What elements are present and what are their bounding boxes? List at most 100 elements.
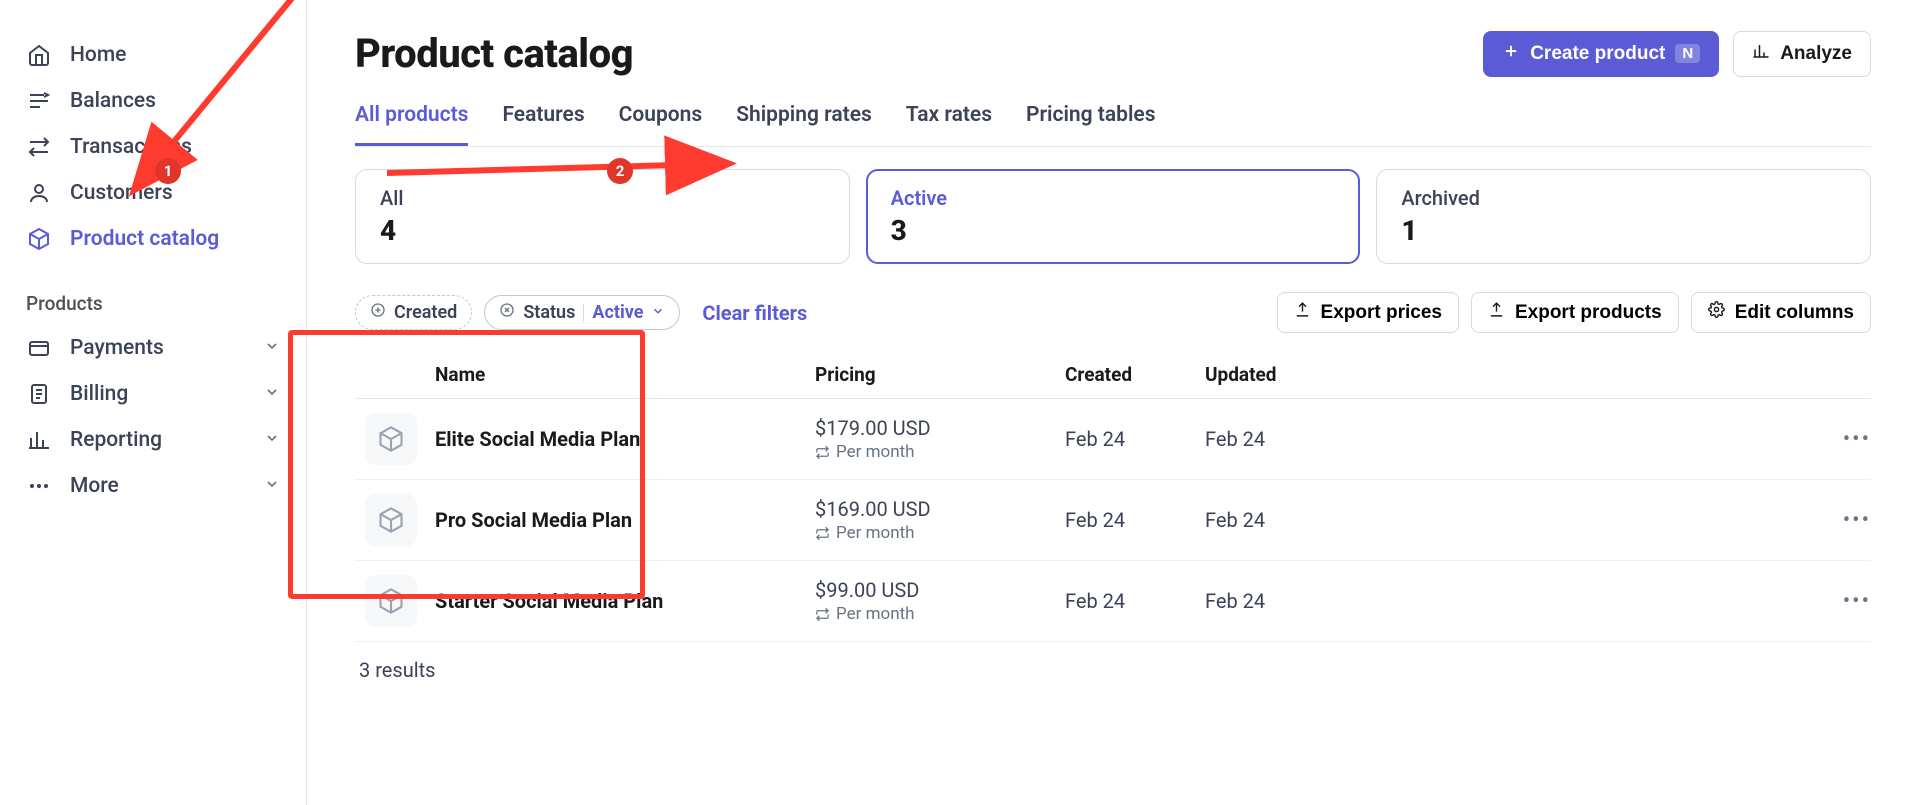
created-date: Feb 24 <box>1065 427 1205 451</box>
stat-label: All <box>380 186 825 210</box>
col-name: Name <box>435 363 815 386</box>
sidebar-item-label: Payments <box>70 336 164 360</box>
stat-cards: All 4 Active 3 Archived 1 <box>355 169 1871 264</box>
more-icon[interactable]: ••• <box>1843 508 1871 533</box>
more-icon[interactable]: ••• <box>1843 589 1871 614</box>
more-icon[interactable]: ••• <box>1843 427 1871 452</box>
col-pricing: Pricing <box>815 363 1065 386</box>
tab-pricing-tables[interactable]: Pricing tables <box>1026 99 1156 146</box>
sidebar-item-label: Transactions <box>70 135 192 159</box>
sidebar-item-reporting[interactable]: Reporting <box>20 417 286 463</box>
price-period: Per month <box>815 523 1065 543</box>
plus-circle-icon <box>370 302 386 323</box>
analyze-button[interactable]: Analyze <box>1733 31 1871 77</box>
tab-tax-rates[interactable]: Tax rates <box>906 99 992 146</box>
sidebar-item-home[interactable]: Home <box>20 32 286 78</box>
filter-chip-created[interactable]: Created <box>355 295 472 330</box>
chevron-down-icon <box>264 428 280 452</box>
table-row[interactable]: Starter Social Media Plan$99.00 USDPer m… <box>355 561 1871 642</box>
sidebar-item-label: Balances <box>70 89 156 113</box>
header-actions: Create product N Analyze <box>1483 31 1871 77</box>
stat-value: 3 <box>891 214 1336 247</box>
export-prices-button[interactable]: Export prices <box>1277 292 1459 333</box>
price-amount: $179.00 USD <box>815 416 1065 440</box>
product-name: Pro Social Media Plan <box>435 508 815 532</box>
product-name: Starter Social Media Plan <box>435 589 815 613</box>
create-product-button[interactable]: Create product N <box>1483 31 1719 77</box>
chevron-down-icon <box>264 474 280 498</box>
sidebar-item-billing[interactable]: Billing <box>20 371 286 417</box>
sidebar-item-product-catalog[interactable]: Product catalog <box>20 216 286 262</box>
product-icon <box>365 575 417 627</box>
chevron-down-icon <box>264 382 280 406</box>
customers-icon <box>26 180 52 206</box>
bar-chart-icon <box>1752 42 1770 66</box>
sidebar-section-title: Products <box>20 262 286 325</box>
create-kbd: N <box>1675 44 1700 63</box>
payments-icon <box>26 335 52 361</box>
tab-shipping-rates[interactable]: Shipping rates <box>736 99 872 146</box>
clear-filters-link[interactable]: Clear filters <box>702 301 807 325</box>
chevron-down-icon <box>651 302 665 323</box>
price-period: Per month <box>815 442 1065 462</box>
edit-columns-button[interactable]: Edit columns <box>1691 292 1871 333</box>
sidebar-item-label: Billing <box>70 382 128 406</box>
updated-date: Feb 24 <box>1205 427 1811 451</box>
stat-label: Archived <box>1401 186 1846 210</box>
created-date: Feb 24 <box>1065 589 1205 613</box>
sidebar-item-balances[interactable]: Balances <box>20 78 286 124</box>
plus-icon <box>1502 42 1520 66</box>
stat-card-archived[interactable]: Archived 1 <box>1376 169 1871 264</box>
analyze-label: Analyze <box>1780 43 1852 65</box>
main-content: Product catalog Create product N Analyze… <box>307 0 1919 805</box>
sidebar-item-label: More <box>70 474 119 498</box>
reporting-icon <box>26 427 52 453</box>
col-updated: Updated <box>1205 363 1811 386</box>
balances-icon <box>26 88 52 114</box>
more-icon <box>26 473 52 499</box>
sidebar-item-label: Product catalog <box>70 227 219 251</box>
export-icon <box>1294 301 1311 324</box>
stat-value: 4 <box>380 214 825 247</box>
export-icon <box>1488 301 1505 324</box>
gear-icon <box>1708 301 1725 324</box>
price-period: Per month <box>815 604 1065 624</box>
col-created: Created <box>1065 363 1205 386</box>
export-products-button[interactable]: Export products <box>1471 292 1679 333</box>
table-row[interactable]: Elite Social Media Plan$179.00 USDPer mo… <box>355 399 1871 480</box>
sidebar-item-label: Customers <box>70 181 173 205</box>
results-count: 3 results <box>355 642 1871 698</box>
page-title: Product catalog <box>355 30 633 77</box>
create-product-label: Create product <box>1530 43 1665 65</box>
stat-label: Active <box>891 186 1336 210</box>
product-name: Elite Social Media Plan <box>435 427 815 451</box>
filter-chip-status[interactable]: Status Active <box>484 295 680 330</box>
product-icon <box>365 494 417 546</box>
tab-all-products[interactable]: All products <box>355 99 468 146</box>
tab-features[interactable]: Features <box>502 99 584 146</box>
sidebar-item-customers[interactable]: Customers <box>20 170 286 216</box>
sidebar-item-more[interactable]: More <box>20 463 286 509</box>
filters-row: Created Status Active Clear filters Expo… <box>355 292 1871 333</box>
stat-card-active[interactable]: Active 3 <box>866 169 1361 264</box>
product-icon <box>365 413 417 465</box>
stat-value: 1 <box>1401 214 1846 247</box>
sidebar-item-transactions[interactable]: Transactions <box>20 124 286 170</box>
tab-coupons[interactable]: Coupons <box>619 99 703 146</box>
chevron-down-icon <box>264 336 280 360</box>
updated-date: Feb 24 <box>1205 589 1811 613</box>
created-date: Feb 24 <box>1065 508 1205 532</box>
billing-icon <box>26 381 52 407</box>
stat-card-all[interactable]: All 4 <box>355 169 850 264</box>
sidebar-item-payments[interactable]: Payments <box>20 325 286 371</box>
price-amount: $169.00 USD <box>815 497 1065 521</box>
table-row[interactable]: Pro Social Media Plan$169.00 USDPer mont… <box>355 480 1871 561</box>
sidebar: Home Balances Transactions Customers Product… <box>0 0 307 805</box>
price-amount: $99.00 USD <box>815 578 1065 602</box>
sidebar-item-label: Home <box>70 43 126 67</box>
sidebar-item-label: Reporting <box>70 428 162 452</box>
transactions-icon <box>26 134 52 160</box>
catalog-icon <box>26 226 52 252</box>
products-table: Name Pricing Created Updated Elite Socia… <box>355 351 1871 642</box>
home-icon <box>26 42 52 68</box>
